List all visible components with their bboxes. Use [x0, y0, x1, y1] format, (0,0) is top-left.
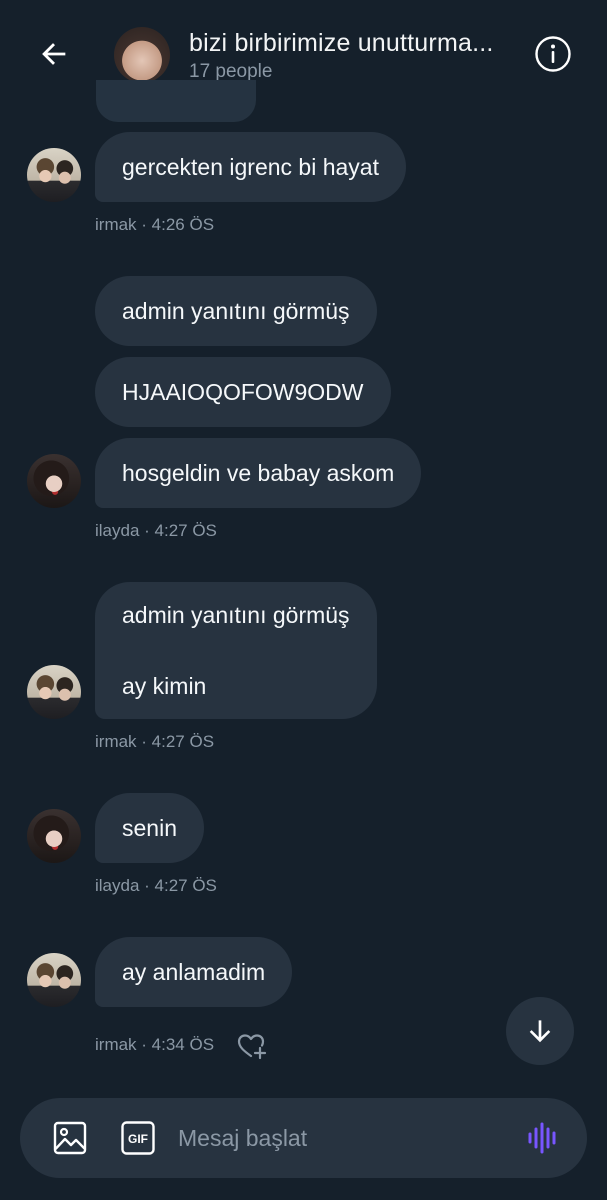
message-bubble-partial[interactable]: [96, 80, 256, 122]
message-bubble[interactable]: admin yanıtını görmüş: [95, 276, 377, 346]
message-input[interactable]: [178, 1116, 498, 1160]
message-bubble[interactable]: HJAAIOQOFOW9ODW: [95, 357, 391, 427]
scroll-to-bottom-button[interactable]: [506, 997, 574, 1065]
message-meta: irmak · 4:26 ÖS: [95, 215, 215, 234]
message-meta: irmak · 4:34 ÖS: [95, 1035, 215, 1054]
avatar-irmak[interactable]: [27, 148, 81, 202]
image-icon: [53, 1121, 87, 1155]
avatar-irmak[interactable]: [27, 665, 81, 719]
gif-icon: GIF: [121, 1121, 155, 1155]
arrow-down-icon: [529, 1020, 551, 1043]
add-gif-button[interactable]: GIF: [120, 1120, 156, 1156]
message-bubble[interactable]: hosgeldin ve babay askom: [95, 438, 422, 508]
avatar-ilayda[interactable]: [27, 809, 81, 863]
avatar-irmak[interactable]: [27, 953, 81, 1007]
arrow-left-icon: [42, 43, 66, 65]
message-text: gercekten igrenc bi hayat: [122, 153, 379, 180]
message-meta: irmak · 4:27 ÖS: [95, 732, 215, 751]
gif-label: GIF: [128, 1132, 148, 1146]
avatar-ilayda[interactable]: [27, 454, 81, 508]
group-avatar[interactable]: [114, 27, 170, 83]
message-text: ay anlamadim: [122, 958, 266, 985]
message-bubble[interactable]: ay anlamadim: [95, 937, 293, 1007]
add-image-button[interactable]: [52, 1120, 88, 1156]
info-icon: [535, 36, 571, 72]
message-text: hosgeldin ve babay askom: [122, 459, 395, 486]
message-meta: ilayda · 4:27 ÖS: [95, 876, 217, 895]
conversation-title[interactable]: bizi birbirimize unutturma...: [189, 29, 531, 58]
message-text: senin: [122, 814, 177, 841]
message-text: admin yanıtını görmüş: [122, 297, 350, 324]
message-text-line: admin yanıtını görmüş: [122, 601, 350, 628]
heart-plus-icon: [237, 1034, 267, 1060]
react-button[interactable]: [236, 1030, 268, 1062]
voice-waveform-icon: [528, 1122, 556, 1154]
message-bubble[interactable]: senin: [95, 793, 204, 863]
message-bubble[interactable]: admin yanıtını görmüş ay kimin: [95, 582, 377, 719]
back-button[interactable]: [34, 34, 74, 74]
message-text: HJAAIOQOFOW9ODW: [122, 378, 364, 405]
message-bubble[interactable]: gercekten igrenc bi hayat: [95, 132, 406, 202]
message-composer: GIF: [20, 1098, 587, 1178]
message-text-line: ay kimin: [122, 672, 207, 699]
conversation-header: bizi birbirimize unutturma... 17 people: [0, 0, 607, 110]
dm-conversation-screen: bizi birbirimize unutturma... 17 people …: [0, 0, 607, 1200]
message-meta: ilayda · 4:27 ÖS: [95, 521, 217, 540]
info-button[interactable]: [533, 34, 573, 74]
voice-message-button[interactable]: [525, 1120, 561, 1156]
